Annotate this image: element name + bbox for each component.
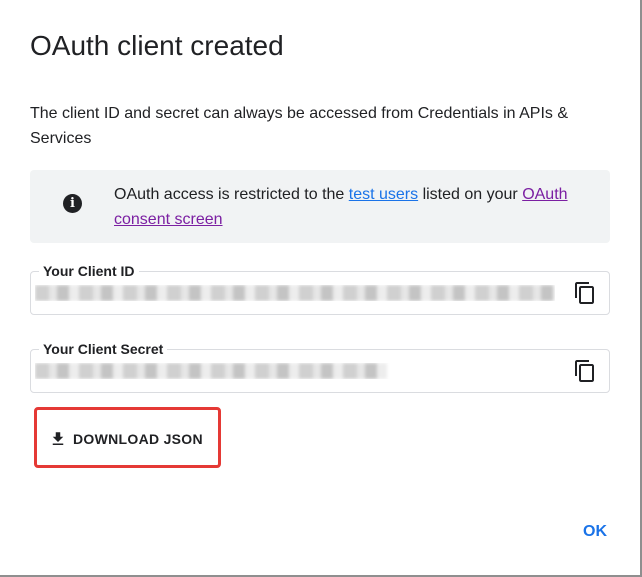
client-secret-field[interactable]: Your Client Secret xyxy=(30,341,610,393)
client-id-field[interactable]: Your Client ID xyxy=(30,263,610,315)
download-icon xyxy=(52,432,64,445)
info-icon: i xyxy=(63,194,82,213)
copy-icon xyxy=(575,360,594,382)
copy-client-id-button[interactable] xyxy=(573,281,597,305)
test-users-link[interactable]: test users xyxy=(349,186,418,203)
dialog-description: The client ID and secret can always be a… xyxy=(30,105,569,147)
info-text-before: OAuth access is restricted to the xyxy=(114,186,349,203)
ok-button[interactable]: OK xyxy=(573,518,617,546)
oauth-client-created-dialog: OAuth client created The client ID and s… xyxy=(0,0,642,577)
info-text: OAuth access is restricted to the test u… xyxy=(114,182,584,232)
info-banner: i OAuth access is restricted to the test… xyxy=(30,170,610,243)
client-id-value-redacted xyxy=(35,285,555,301)
client-secret-value-redacted xyxy=(35,363,395,379)
download-json-label: DOWNLOAD JSON xyxy=(73,431,203,447)
client-secret-label: Your Client Secret xyxy=(39,341,168,357)
client-id-label: Your Client ID xyxy=(39,263,139,279)
dialog-title: OAuth client created xyxy=(30,30,284,61)
copy-client-secret-button[interactable] xyxy=(573,359,597,383)
download-json-button[interactable]: DOWNLOAD JSON xyxy=(34,407,221,468)
info-text-middle: listed on your xyxy=(418,186,523,203)
copy-icon xyxy=(575,282,594,304)
